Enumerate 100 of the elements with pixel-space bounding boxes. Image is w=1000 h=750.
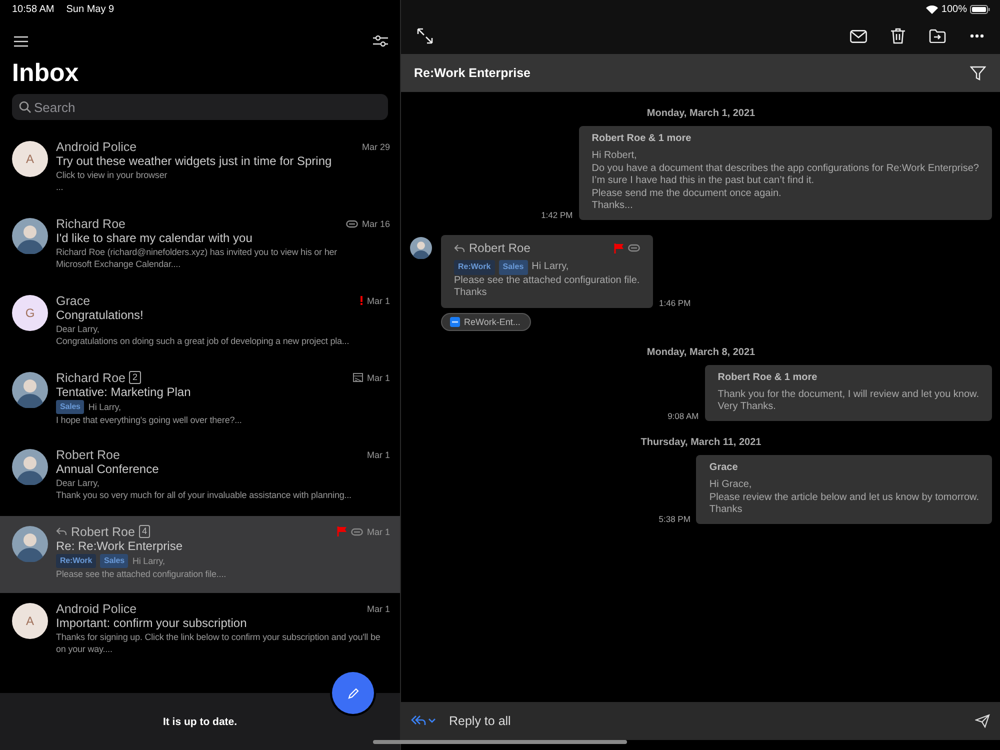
- conversation-title: Re:Work Enterprise: [414, 66, 530, 80]
- menu-icon[interactable]: [14, 36, 28, 46]
- message-subject: Annual Conference: [56, 462, 160, 477]
- message-row[interactable]: Robert Roe Mar 1 Annual Conference Dear Larry, Thank you so very much for all of your invaluable assistance with planning...: [0, 439, 400, 516]
- message-date: Mar 16: [362, 218, 390, 228]
- sender-name: Grace: [56, 294, 90, 308]
- bubble-sender: Robert Roe & 1 more: [718, 372, 818, 383]
- pencil-icon: [346, 686, 360, 700]
- message-bubble[interactable]: [578, 126, 992, 220]
- inbox-title: Inbox: [12, 58, 80, 88]
- message-preview: Dear Larry,: [56, 477, 100, 489]
- status-time: 10:58 AM: [12, 4, 54, 14]
- bubble-sender: Grace: [709, 462, 739, 473]
- message-subject: Tentative: Marketing Plan: [56, 385, 192, 400]
- sync-status: It is up to date.: [162, 716, 238, 728]
- message-bubble[interactable]: Grace Hi Grace, Please review the article below and let us know by tomorrow. Thanks: [696, 454, 992, 524]
- person-avatar: [12, 372, 48, 408]
- sender-name: Richard Roe: [56, 216, 126, 230]
- person-avatar: [12, 218, 48, 254]
- message-time: 1:42 PM: [541, 210, 573, 220]
- compose-button[interactable]: [332, 672, 374, 714]
- date-separator: Monday, March 1, 2021: [646, 108, 756, 119]
- message-preview: Thank you so very much for all of your invaluable assistance with planning...: [56, 489, 352, 501]
- reply-label[interactable]: Reply to all: [449, 714, 511, 728]
- message-preview: ...: [56, 181, 64, 193]
- category-tag: Sales: [56, 400, 84, 414]
- date-separator: Monday, March 8, 2021: [646, 346, 756, 358]
- document-icon: [450, 316, 460, 327]
- message-text: Thank you for the document, I will review and let you know. Very Thanks.: [718, 388, 979, 414]
- message-preview: Richard Roe (richard@ninefolders.xyz) has invited you to view his or her: [56, 246, 338, 258]
- sender-name: Robert Roe: [71, 524, 135, 538]
- move-to-folder-icon[interactable]: [929, 29, 946, 43]
- message-text: Hi Larry,: [532, 260, 569, 274]
- message-row[interactable]: Richard Roe Mar 16 I'd like to share my calendar with you Richard Roe (richard@ninefolders.xyz) has invited you to view his or her Microsoft Exchange Calendar....: [0, 208, 400, 285]
- message-row[interactable]: G Grace Mar 1 Congratulations! Dear Larry, Congratulations on doing such a great job of developing a new project pla...: [0, 285, 400, 362]
- letter-avatar: G: [12, 295, 48, 331]
- sender-name: Android Police: [56, 140, 137, 154]
- sender-name: Android Police: [56, 602, 137, 616]
- message-date: Mar 1: [366, 450, 390, 460]
- category-tag: Sales: [498, 260, 528, 275]
- letter-avatar: A: [12, 141, 48, 177]
- sender-name: Robert Roe: [56, 448, 120, 462]
- message-row[interactable]: A Android Police Mar 29 Try out these weather widgets just in time for Spring Click to view in your browser ...: [0, 131, 400, 208]
- settings-sliders-icon[interactable]: [373, 35, 388, 47]
- message-preview: Dear Larry,: [56, 323, 100, 335]
- message-subject: Re: Re:Work Enterprise: [56, 539, 184, 554]
- message-date: Mar 1: [366, 296, 390, 306]
- bubble-sender: Robert Roe: [469, 241, 530, 256]
- message-date: Mar 1: [366, 526, 390, 536]
- message-subject: Congratulations!: [56, 308, 144, 323]
- message-row[interactable]: Robert Roe 4 Mar 1 Re: Re:Work Enterprise Re:Work Sales Hi Larry, Please see the attached configuration file....: [0, 516, 400, 593]
- message-subject: Try out these weather widgets just in time for Spring: [56, 154, 333, 169]
- message-text: Hi Robert, Do you have a document that describes the app configurations for Re:Work Enterprise? I’m sure I have had this in the past but can’t find it. Please send me the document once again. Thanks...: [592, 150, 979, 213]
- message-text: Please see the attached configuration file. Thanks: [454, 274, 640, 300]
- message-preview: Please see the attached configuration file....: [56, 568, 228, 580]
- battery-level: 100%: [941, 4, 967, 14]
- reply-all-icon[interactable]: [411, 715, 437, 727]
- more-icon[interactable]: [970, 34, 984, 38]
- message-time: 9:08 AM: [668, 410, 699, 421]
- status-date: Sun May 9: [66, 4, 114, 14]
- search-field[interactable]: Search: [12, 94, 388, 120]
- envelope-icon[interactable]: [850, 30, 867, 42]
- message-preview: Hi Larry,: [88, 401, 121, 413]
- message-time: 1:46 PM: [659, 298, 691, 308]
- message-preview: Congratulations on doing such a great job of developing a new project pla...: [56, 335, 350, 347]
- expand-icon[interactable]: [417, 28, 433, 44]
- thread-count: 2: [129, 371, 140, 384]
- category-tag: Sales: [100, 554, 128, 568]
- message-bubble[interactable]: Robert Roe Re:Work Sales Hi Larry, Please see the attached configuration file. Thanks: [441, 234, 653, 308]
- thread-count: 4: [138, 525, 150, 538]
- send-icon[interactable]: [975, 714, 990, 728]
- message-date: Mar 29: [362, 142, 390, 152]
- message-text: Hi Grace, Please review the article below and let us know by tomorrow. Thanks: [709, 478, 979, 517]
- message-subject: I'd like to share my calendar with you: [56, 231, 254, 246]
- wifi-icon: [926, 4, 938, 14]
- date-separator: Thursday, March 11, 2021: [640, 436, 762, 448]
- message-preview: Hi Larry,: [132, 555, 165, 567]
- message-preview: Microsoft Exchange Calendar....: [56, 258, 182, 270]
- message-preview: I hope that everything's going well over there?...: [56, 414, 243, 426]
- attachment-chip[interactable]: ReWork-Ent...: [441, 312, 532, 331]
- category-tag: Re:Work: [454, 260, 495, 275]
- message-date: Mar 1: [366, 372, 390, 382]
- person-avatar: [12, 526, 48, 562]
- trash-icon[interactable]: [891, 28, 905, 44]
- battery-icon: [970, 4, 990, 14]
- person-avatar: [410, 236, 432, 259]
- letter-avatar: A: [12, 603, 48, 639]
- message-preview: Click to view in your browser: [56, 169, 168, 181]
- person-avatar: [12, 449, 48, 485]
- sender-name: Richard Roe: [56, 370, 126, 384]
- message-row[interactable]: A Android Police Mar 1 Important: confirm your subscription Thanks for signing up. Click the link below to confirm your subscription and you'll be on your way....: [0, 593, 400, 670]
- message-row[interactable]: Richard Roe 2 Mar 1 Tentative: Marketing Plan Sales Hi Larry, I hope that everything's going well over there?...: [0, 362, 400, 439]
- search-icon: [19, 101, 31, 113]
- message-preview: Thanks for signing up. Click the link below to confirm your subscription and you'll be on your way....: [56, 631, 382, 655]
- message-time: 5:38 PM: [658, 514, 690, 524]
- message-bubble[interactable]: Robert Roe & 1 more Thank you for the document, I will review and let you know. Very Thanks.: [704, 364, 992, 421]
- message-subject: Important: confirm your subscription: [56, 616, 248, 631]
- message-date: Mar 1: [366, 604, 390, 614]
- bubble-sender: Robert Roe & 1 more: [592, 133, 692, 144]
- filter-icon[interactable]: [970, 66, 986, 80]
